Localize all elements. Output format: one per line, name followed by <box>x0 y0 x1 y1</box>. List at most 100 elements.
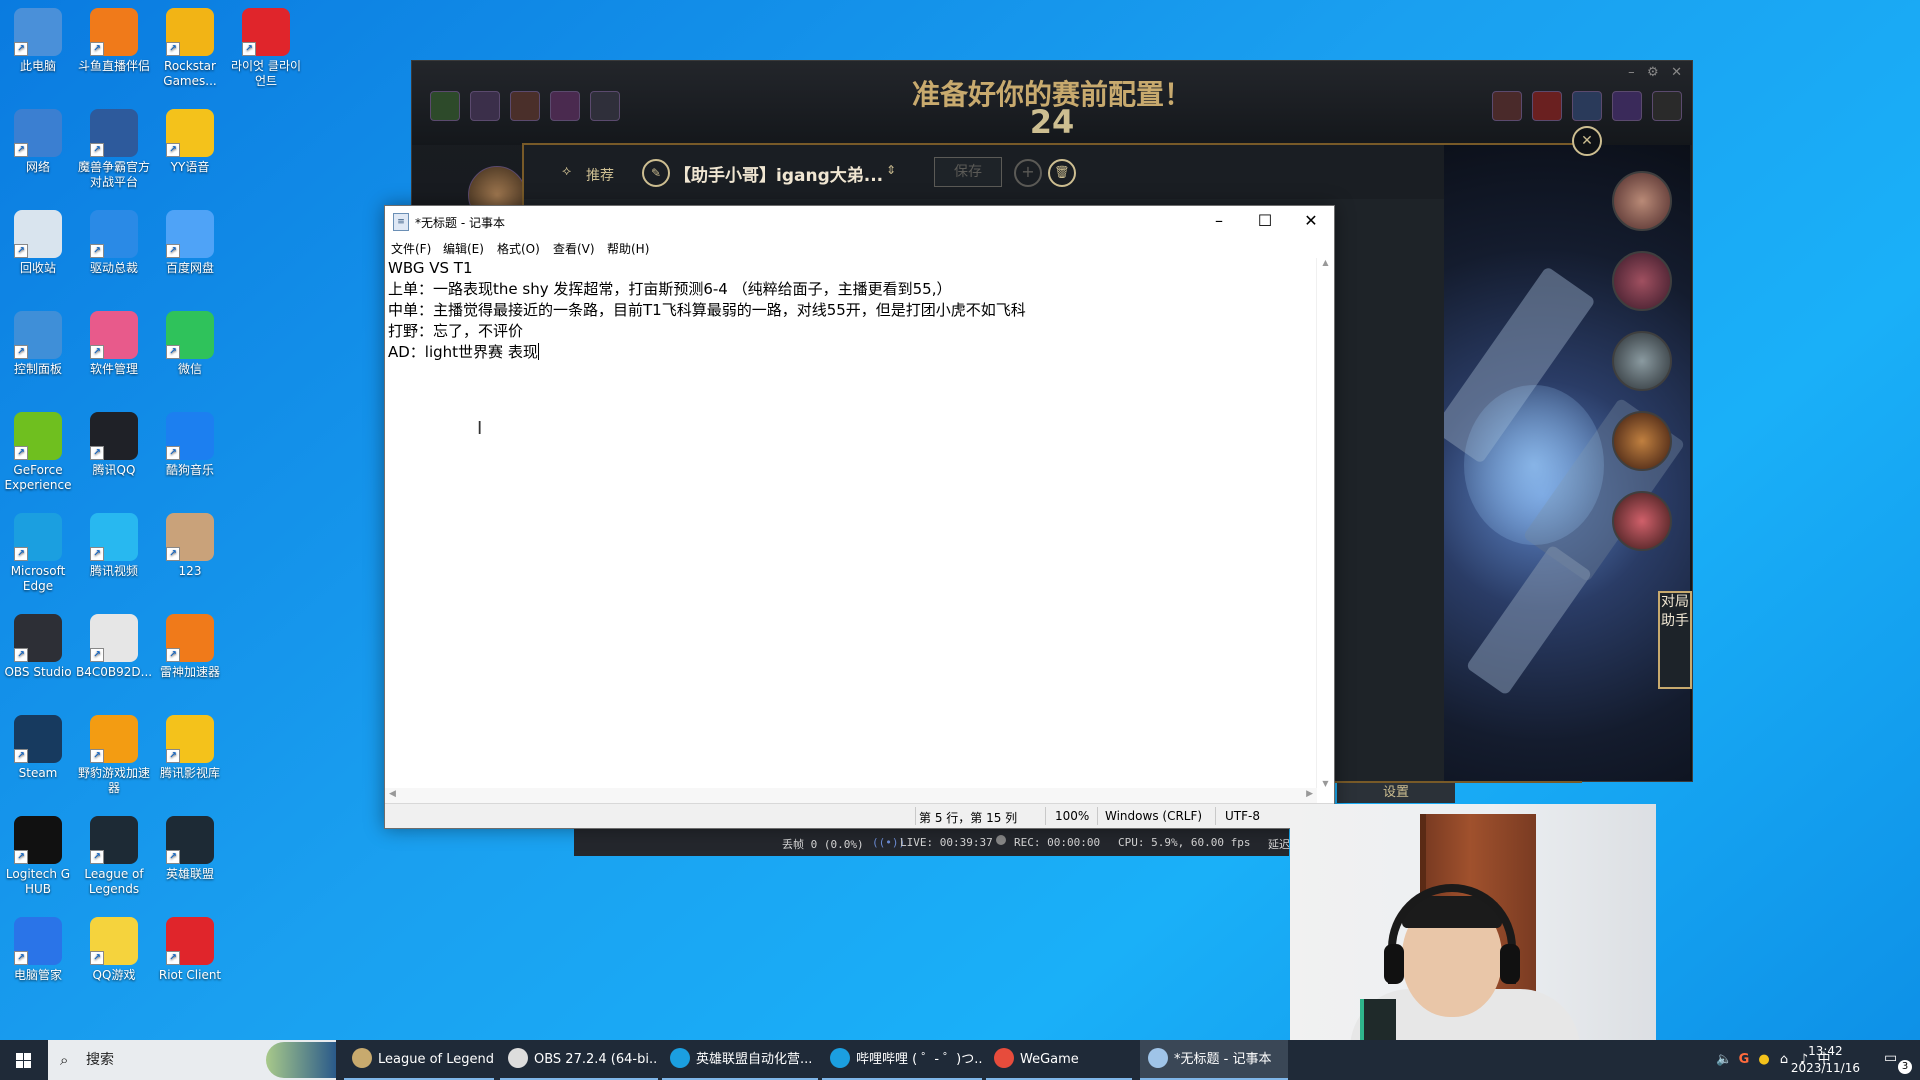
desktop-icon[interactable]: ↗ 腾讯QQ <box>76 412 152 478</box>
desktop-icon[interactable]: ↗ Rockstar Games... <box>152 8 228 89</box>
match-assistant-tab[interactable]: 对局助手 <box>1658 591 1692 689</box>
yy-tray-icon[interactable]: ● <box>1756 1052 1772 1068</box>
taskbar-app-button[interactable]: OBS 27.2.4 (64-bi... <box>500 1040 658 1080</box>
desktop-icon[interactable]: ↗ 微信 <box>152 311 228 377</box>
close-button[interactable]: ✕ <box>1288 206 1334 236</box>
enemy-summoner-avatar[interactable] <box>1612 171 1672 231</box>
taskbar-app-button[interactable]: WeGame <box>986 1040 1132 1080</box>
menu-view[interactable]: 查看(V) <box>553 240 595 257</box>
desktop-icon[interactable]: ↗ 软件管理 <box>76 311 152 377</box>
network-icon[interactable]: ⌂ <box>1776 1052 1792 1068</box>
menu-edit[interactable]: 编辑(E) <box>443 240 484 257</box>
desktop-icon[interactable]: ↗ 酷狗音乐 <box>152 412 228 478</box>
shortcut-arrow-icon: ↗ <box>90 345 104 359</box>
desktop-icon[interactable]: ↗ Microsoft Edge <box>0 513 76 594</box>
desktop-icon[interactable]: ↗ 라이엇 클라이언트 <box>228 8 304 89</box>
scroll-left-icon[interactable]: ◀ <box>389 789 396 799</box>
desktop-icon[interactable]: ↗ 魔兽争霸官方对战平台 <box>76 109 152 190</box>
desktop-icon[interactable]: ↗ 回收站 <box>0 210 76 276</box>
recommend-label[interactable]: 推荐 <box>586 165 614 185</box>
desktop-icon[interactable]: ↗ 腾讯影视库 <box>152 715 228 781</box>
rune-page-name[interactable]: 【助手小哥】igang大弟... <box>674 161 883 186</box>
desktop-icon[interactable]: ↗ Steam <box>0 715 76 781</box>
desktop-icon[interactable]: ↗ Riot Client <box>152 917 228 983</box>
start-button[interactable] <box>0 1040 48 1080</box>
enemy-summoner-avatar[interactable] <box>1612 251 1672 311</box>
scroll-up-icon[interactable]: ▲ <box>1317 258 1334 267</box>
desktop-icon[interactable]: ↗ 此电脑 <box>0 8 76 74</box>
desktop-icon[interactable]: ↗ 驱动总裁 <box>76 210 152 276</box>
desktop-icon-label: 电脑管家 <box>13 968 62 982</box>
maximize-button[interactable]: ☐ <box>1242 206 1288 236</box>
chevron-updown-icon[interactable]: ⇕ <box>886 163 896 177</box>
ally-champ-icon[interactable] <box>510 91 540 121</box>
ally-champ-icon[interactable] <box>590 91 620 121</box>
desktop-icon[interactable]: ↗ 电脑管家 <box>0 917 76 983</box>
desktop-icon[interactable]: ↗ 斗鱼直播伴侣 <box>76 8 152 74</box>
enemy-champ-icon[interactable] <box>1612 91 1642 121</box>
close-icon[interactable]: ✕ <box>1671 65 1682 80</box>
enemy-champ-icon[interactable] <box>1492 91 1522 121</box>
record-dot-icon <box>996 835 1006 845</box>
notepad-window[interactable]: ≡ *无标题 - 记事本 – ☐ ✕ 文件(F) 编辑(E) 格式(O) 查看(… <box>384 205 1335 829</box>
desktop-icon-label: 驱动总裁 <box>89 261 138 275</box>
delete-page-button[interactable]: 🗑 <box>1048 159 1076 187</box>
taskbar-app-button[interactable]: 哔哩哔哩 ( ゜- ゜)つ... <box>822 1040 982 1080</box>
taskbar-app-button[interactable]: League of Legends <box>344 1040 494 1080</box>
desktop-icon-label: Rockstar Games... <box>163 59 217 88</box>
menu-file[interactable]: 文件(F) <box>391 240 431 257</box>
ally-champ-icon[interactable] <box>550 91 580 121</box>
enemy-summoner-avatar[interactable] <box>1612 331 1672 391</box>
recommend-icon[interactable]: ⟡ <box>562 163 571 179</box>
enemy-summoner-avatar[interactable] <box>1612 491 1672 551</box>
edit-icon[interactable]: ✎ <box>642 159 670 187</box>
taskbar-app-button[interactable]: 英雄联盟自动化营... <box>662 1040 818 1080</box>
desktop-icon[interactable]: ↗ 123 <box>152 513 228 579</box>
desktop-icon[interactable]: ↗ 野豹游戏加速器 <box>76 715 152 796</box>
notepad-icon: ≡ <box>393 213 409 231</box>
scroll-down-icon[interactable]: ▼ <box>1317 779 1334 788</box>
desktop-icon[interactable]: ↗ 控制面板 <box>0 311 76 377</box>
vertical-scrollbar[interactable]: ▲ ▼ <box>1316 258 1334 788</box>
desktop-icon[interactable]: ↗ YY语音 <box>152 109 228 175</box>
minimize-button[interactable]: – <box>1196 206 1242 236</box>
enemy-champ-icon[interactable] <box>1532 91 1562 121</box>
desktop-icon[interactable]: ↗ 英雄联盟 <box>152 816 228 882</box>
desktop-icon[interactable]: ↗ 雷神加速器 <box>152 614 228 680</box>
horizontal-scrollbar[interactable]: ◀ ▶ <box>385 788 1317 804</box>
desktop-icon[interactable]: ↗ League of Legends <box>76 816 152 897</box>
app-icon: ↗ <box>166 513 214 561</box>
add-page-button[interactable]: + <box>1014 159 1042 187</box>
settings-tab[interactable]: 设置 <box>1337 783 1455 803</box>
desktop-icon[interactable]: ↗ B4C0B92D... <box>76 614 152 680</box>
desktop-icon[interactable]: ↗ 网络 <box>0 109 76 175</box>
desktop-icon-label: 123 <box>178 564 202 578</box>
g-app-icon[interactable]: G <box>1736 1052 1752 1068</box>
notepad-text-area[interactable]: WBG VS T1 上单：一路表现the shy 发挥超常，打亩斯预测6-4 （纯… <box>388 258 1314 788</box>
save-button[interactable]: 保存 <box>934 157 1002 187</box>
desktop-icon[interactable]: ↗ Logitech G HUB <box>0 816 76 897</box>
desktop-icon[interactable]: ↗ OBS Studio <box>0 614 76 680</box>
scroll-right-icon[interactable]: ▶ <box>1306 789 1313 799</box>
enemy-champ-icon[interactable] <box>1652 91 1682 121</box>
menu-format[interactable]: 格式(O) <box>497 240 540 257</box>
menu-help[interactable]: 帮助(H) <box>607 240 649 257</box>
notepad-titlebar[interactable]: ≡ *无标题 - 记事本 – ☐ ✕ <box>385 206 1334 236</box>
ally-champ-icon[interactable] <box>430 91 460 121</box>
shortcut-arrow-icon: ↗ <box>90 446 104 460</box>
search-highlight-image <box>266 1042 336 1078</box>
desktop-icon[interactable]: ↗ 百度网盘 <box>152 210 228 276</box>
desktop-icon[interactable]: ↗ 腾讯视频 <box>76 513 152 579</box>
close-panel-button[interactable]: ✕ <box>1572 126 1602 156</box>
ally-champ-icon[interactable] <box>470 91 500 121</box>
gear-icon[interactable]: ⚙ <box>1647 65 1659 80</box>
desktop-icon[interactable]: ↗ QQ游戏 <box>76 917 152 983</box>
taskbar-search[interactable]: ⌕ 搜索 <box>48 1040 336 1080</box>
taskbar-clock[interactable]: 13:42 2023/11/16 <box>1791 1043 1860 1077</box>
speaker-icon[interactable]: 🔈 <box>1716 1052 1732 1068</box>
enemy-summoner-avatar[interactable] <box>1612 411 1672 471</box>
desktop-icon[interactable]: ↗ GeForce Experience <box>0 412 76 493</box>
enemy-champ-icon[interactable] <box>1572 91 1602 121</box>
minimize-icon[interactable]: – <box>1628 65 1635 80</box>
taskbar-app-button[interactable]: *无标题 - 记事本 <box>1140 1040 1288 1080</box>
